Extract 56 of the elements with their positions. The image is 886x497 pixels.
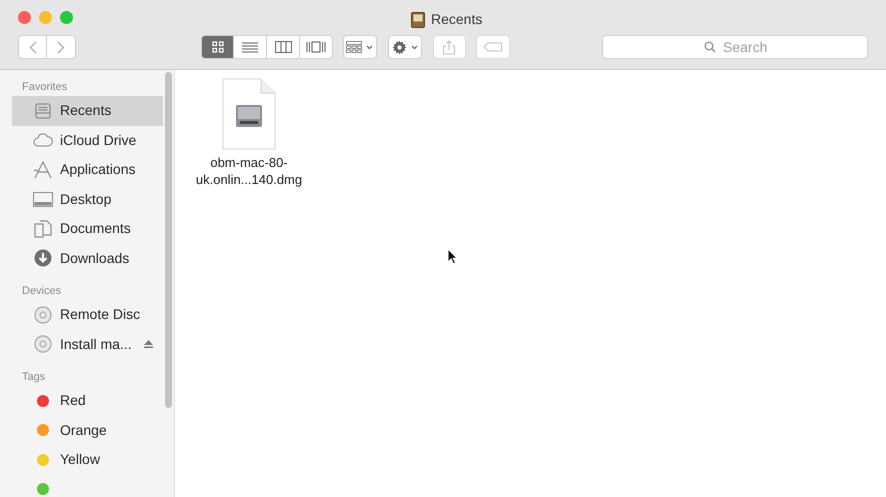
window-title: Recents xyxy=(431,10,482,29)
sidebar-item[interactable]: Downloads xyxy=(12,244,163,273)
share-button[interactable] xyxy=(432,35,466,59)
applications-icon xyxy=(33,160,53,179)
tag-icon xyxy=(483,42,504,52)
eject-icon[interactable] xyxy=(144,340,153,348)
download-icon xyxy=(34,249,52,268)
icon-view-icon xyxy=(212,41,224,53)
column-view-icon xyxy=(274,41,292,53)
list-view-icon xyxy=(242,42,258,52)
view-mode-button[interactable] xyxy=(300,35,333,59)
sidebar-item[interactable]: iCloud Drive xyxy=(12,126,163,155)
forward-button[interactable] xyxy=(47,35,76,59)
arrange-button[interactable] xyxy=(343,35,377,59)
view-mode-button[interactable] xyxy=(201,35,234,59)
search-field[interactable]: Search xyxy=(602,35,868,59)
caret-icon xyxy=(366,44,374,50)
view-mode-button[interactable] xyxy=(267,35,300,59)
search-icon xyxy=(704,41,716,53)
sidebar-item[interactable]: Red xyxy=(12,386,163,416)
caret-icon xyxy=(410,44,418,50)
scrollbar[interactable] xyxy=(165,72,172,408)
tag-button[interactable] xyxy=(476,35,510,59)
cover-flow-icon xyxy=(306,41,326,53)
sidebar-item[interactable]: Desktop xyxy=(12,184,163,214)
recents-icon xyxy=(411,12,425,28)
documents-icon xyxy=(34,220,52,238)
back-button[interactable] xyxy=(18,35,47,59)
sidebar-item[interactable]: Yellow xyxy=(12,445,163,474)
cloud-icon xyxy=(33,133,53,148)
section-header: Tags xyxy=(22,370,46,385)
sidebar-item[interactable]: Remote Disc xyxy=(12,300,163,330)
desktop-icon xyxy=(33,192,53,207)
action-button[interactable] xyxy=(388,35,422,59)
grid-icon xyxy=(346,41,362,53)
sidebar-item[interactable]: Recents xyxy=(12,96,163,126)
disc-icon xyxy=(34,335,52,354)
mouse-cursor-icon xyxy=(447,248,458,265)
close-button[interactable] xyxy=(18,10,31,24)
chevron-left-icon xyxy=(28,40,36,54)
sidebar-item[interactable]: Install ma... xyxy=(12,330,163,359)
section-header: Devices xyxy=(22,284,62,299)
view-mode-button[interactable] xyxy=(234,35,267,59)
section-header: Favorites xyxy=(22,80,68,95)
disk-image-file-icon[interactable] xyxy=(222,78,276,150)
sidebar-item[interactable]: Applications xyxy=(12,155,163,184)
recents-icon xyxy=(35,102,51,119)
sidebar-item[interactable]: Orange xyxy=(12,416,163,445)
file-name[interactable]: obm-mac-80- uk.onlin...140.dmg xyxy=(196,154,302,188)
chevron-right-icon xyxy=(57,40,65,54)
minimize-button[interactable] xyxy=(39,10,52,24)
sidebar-item[interactable]: Documents xyxy=(12,214,163,244)
gear-icon xyxy=(392,40,407,54)
zoom-button[interactable] xyxy=(60,10,73,24)
disc-icon xyxy=(34,306,52,324)
share-icon xyxy=(442,40,456,54)
